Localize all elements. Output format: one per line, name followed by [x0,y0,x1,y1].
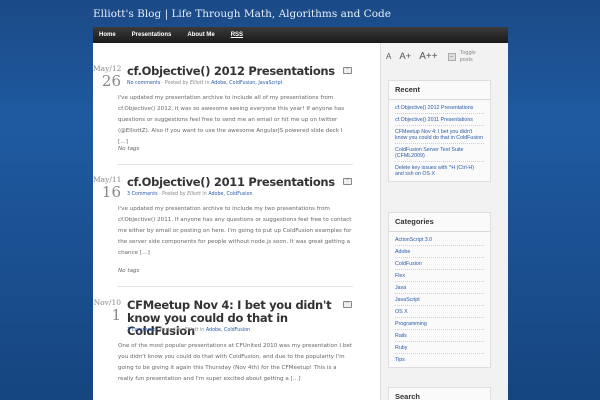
post-meta: 1 Comment · Posted by Elliott in Adobe, … [127,328,251,333]
font-size-medium-button[interactable]: A+ [399,51,411,62]
post-date: May/11 16 [93,175,121,201]
category-item[interactable]: JavaScript [395,294,484,306]
font-size-large-button[interactable]: A++ [419,51,437,62]
post-comments-link[interactable]: 3 Comments [127,192,158,197]
recent-item[interactable]: Delete key issues with ^H (Ctrl-H) and s… [395,162,484,179]
categories-title: Categories [389,213,490,232]
post-excerpt: I've updated my presentation archive to … [118,95,345,145]
post-day: 26 [101,72,121,90]
post-tags: No tags [118,268,140,274]
recent-title: Recent [389,81,490,100]
post-comments-link[interactable]: 1 Comment [127,328,155,333]
recent-item[interactable]: ColdFusion Server Test Suite (CFML2009) [395,144,484,162]
recent-item[interactable]: CFMeetup Nov 4: I bet you didn't know yo… [395,126,484,144]
category-item[interactable]: Rails [395,330,484,342]
post-day: 1 [111,306,121,324]
post-author: Elliott [189,81,204,86]
post-categories[interactable]: Adobe, ColdFusion, JavaScript [211,81,282,86]
post-author: Elliott [187,192,201,197]
recent-item[interactable]: cf.Objective() 2011 Presentations [395,114,484,126]
post-comments-link[interactable]: No comments [127,81,160,86]
post-divider [118,286,353,287]
nav-about-me[interactable]: About Me [187,32,214,38]
category-item[interactable]: ActionScript 3.0 [395,234,484,246]
category-item[interactable]: Tips [395,354,484,365]
category-item[interactable]: Java [395,282,484,294]
site-title[interactable]: Elliott's Blog | Life Through Math, Algo… [93,8,391,20]
category-item[interactable]: ColdFusion [395,258,484,270]
nav-home[interactable]: Home [99,32,116,38]
recent-item[interactable]: cf.Objective() 2012 Presentations [395,102,484,114]
post-toggle-icon[interactable]: ⌃ [343,178,352,185]
search-title: Search [395,392,421,400]
post-day: 16 [101,183,121,201]
post-meta: 3 Comments · Posted by Elliott in Adobe,… [127,192,253,197]
minus-icon: – [447,52,456,61]
nav-presentations[interactable]: Presentations [132,32,172,38]
post-title[interactable]: cf.Objective() 2011 Presentations [127,176,342,189]
recent-widget: Recent cf.Objective() 2012 Presentations… [388,80,491,182]
category-item[interactable]: Programming [395,318,484,330]
post-excerpt: I've updated my presentation archive to … [118,206,352,256]
post-categories[interactable]: Adobe, ColdFusion [206,328,250,333]
category-item[interactable]: Ruby [395,342,484,354]
post-toggle-icon[interactable]: ⌃ [343,301,352,308]
post-date: May/12 26 [93,64,121,90]
post-toggle-icon[interactable]: ⌃ [343,67,352,74]
category-item[interactable]: OS X [395,306,484,318]
nav-rss[interactable]: RSS [231,32,243,38]
post-title[interactable]: cf.Objective() 2012 Presentations [127,65,342,78]
main-nav: Home Presentations About Me RSS [93,27,508,43]
post-categories[interactable]: Adobe, ColdFusion [208,192,252,197]
post-author: Elliott [184,328,199,333]
post-divider [118,164,353,165]
font-size-tools: A A+ A++ – Toggle posts [386,50,486,63]
post-tags: No tags [118,146,140,152]
post-meta: No comments · Posted by Elliott in Adobe… [127,81,283,86]
search-widget: Search [388,387,491,400]
toggle-posts-button[interactable]: – Toggle posts [447,50,486,63]
post-date: Nov/10 1 [93,298,121,324]
font-size-small-button[interactable]: A [386,52,391,61]
category-item[interactable]: Adobe [395,246,484,258]
category-item[interactable]: Flex [395,270,484,282]
post-excerpt: One of the most popular presentations at… [118,343,353,382]
toggle-posts-label: Toggle posts [459,50,476,63]
categories-widget: Categories ActionScript 3.0 Adobe ColdFu… [388,212,491,368]
